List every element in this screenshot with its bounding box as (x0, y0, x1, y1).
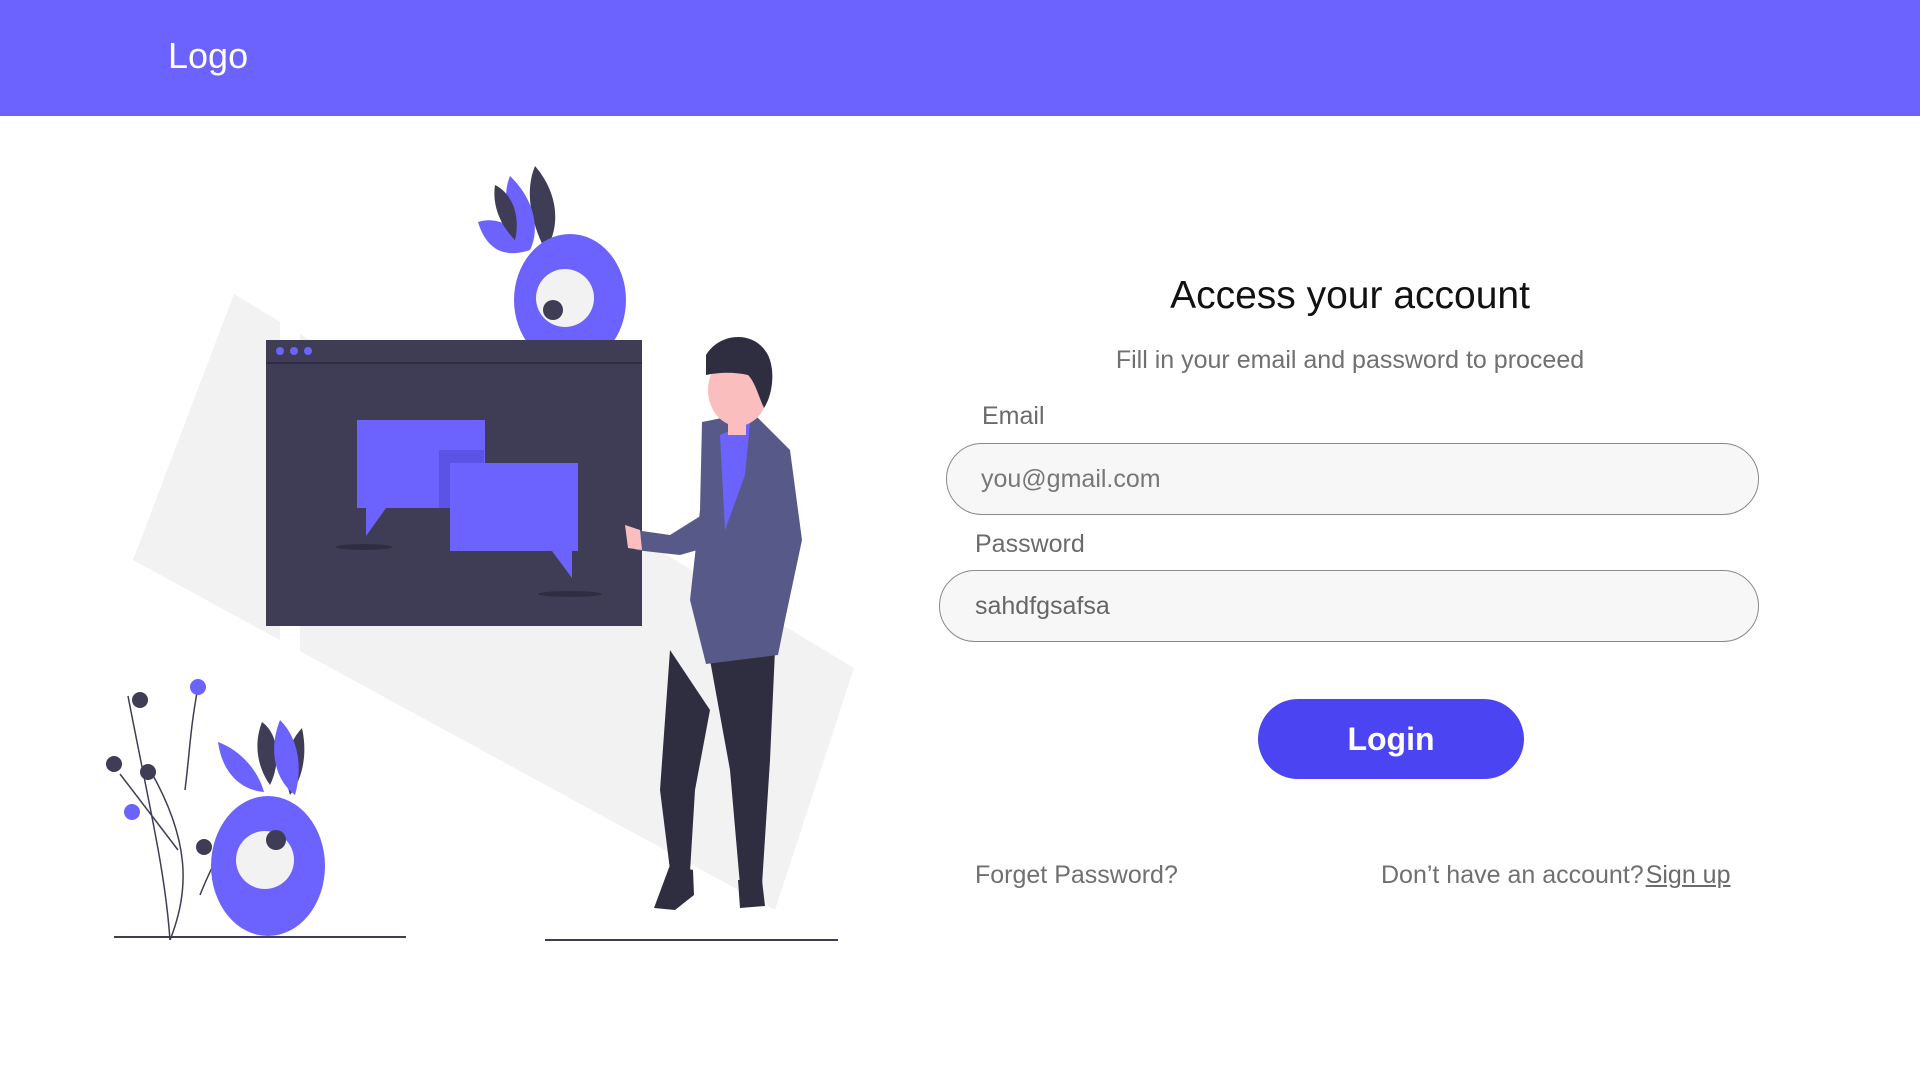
creature-bottom-leaf-dark (257, 722, 277, 785)
browser-dot (304, 347, 312, 355)
page-title: Access your account (1170, 274, 1530, 317)
chat-bubble-shadow (336, 544, 392, 550)
plant-stem (149, 769, 184, 941)
signup-prompt: Don’t have an account? (1381, 861, 1644, 889)
signup-link[interactable]: Sign up (1646, 861, 1731, 889)
login-button[interactable]: Login (1258, 699, 1524, 779)
chat-bubble-right (450, 463, 578, 551)
plant-berry (190, 679, 206, 695)
person-shoe (738, 880, 765, 908)
plant-berry (124, 804, 140, 820)
browser-dot (276, 347, 284, 355)
browser-dot (290, 347, 298, 355)
person-shoe (654, 865, 694, 910)
plant-berry (106, 756, 122, 772)
password-label: Password (975, 530, 1085, 558)
plant-berry (196, 839, 212, 855)
creature-top-eye (536, 269, 594, 327)
chat-bubble-shadow (538, 591, 602, 597)
person-with-chat-window-illustration (106, 166, 854, 941)
person-arm (635, 510, 715, 555)
page-subtitle: Fill in your email and password to proce… (1115, 346, 1585, 374)
plant-stem (184, 686, 199, 791)
password-field[interactable] (939, 570, 1759, 642)
creature-top-pupil (543, 300, 563, 320)
plant-berry (132, 692, 148, 708)
creature-bottom-pupil (266, 830, 286, 850)
logo[interactable]: Logo (168, 34, 248, 78)
forgot-password-link[interactable]: Forget Password? (975, 859, 1178, 891)
email-field[interactable] (946, 443, 1759, 515)
email-label: Email (982, 402, 1045, 430)
top-header-bar: Logo (0, 0, 1920, 116)
signup-row: Don’t have an account?Sign up (1381, 859, 1730, 891)
creature-bottom-leaf-accent (218, 742, 264, 792)
plant-berry (140, 764, 156, 780)
